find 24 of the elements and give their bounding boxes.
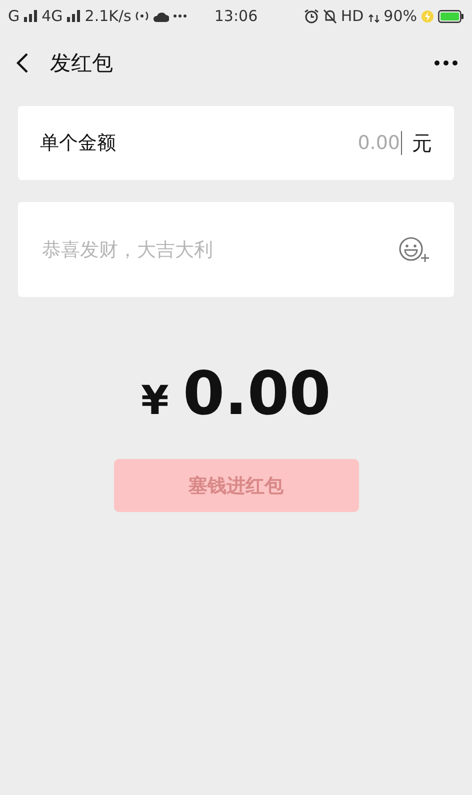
amount-field[interactable]: 0.00	[308, 131, 402, 155]
battery-percent: 90%	[384, 7, 418, 25]
emoji-add-icon[interactable]	[398, 236, 432, 264]
total-amount: 0.00	[182, 359, 331, 429]
more-icon	[173, 14, 188, 18]
greeting-field[interactable]: 恭喜发财，大吉大利	[40, 238, 398, 262]
hotspot-icon	[135, 10, 150, 22]
amount-label: 单个金额	[40, 131, 117, 156]
bell-off-icon	[322, 8, 337, 24]
network-speed: 2.1K/s	[84, 7, 132, 25]
network-type: G	[8, 7, 20, 25]
battery-icon	[438, 10, 464, 22]
clock-time: 13:06	[213, 7, 259, 25]
page-title: 发红包	[50, 50, 114, 77]
cloud-icon	[153, 10, 170, 22]
alarm-icon	[304, 8, 319, 24]
hd-label: HD	[340, 7, 364, 25]
currency-symbol: ¥	[141, 378, 169, 424]
signal-icon	[66, 10, 81, 22]
unit-label: 元	[412, 130, 432, 156]
more-icon[interactable]	[434, 60, 458, 66]
network-type: 4G	[42, 7, 63, 25]
signal-icon	[24, 10, 38, 22]
charging-icon	[421, 10, 434, 22]
